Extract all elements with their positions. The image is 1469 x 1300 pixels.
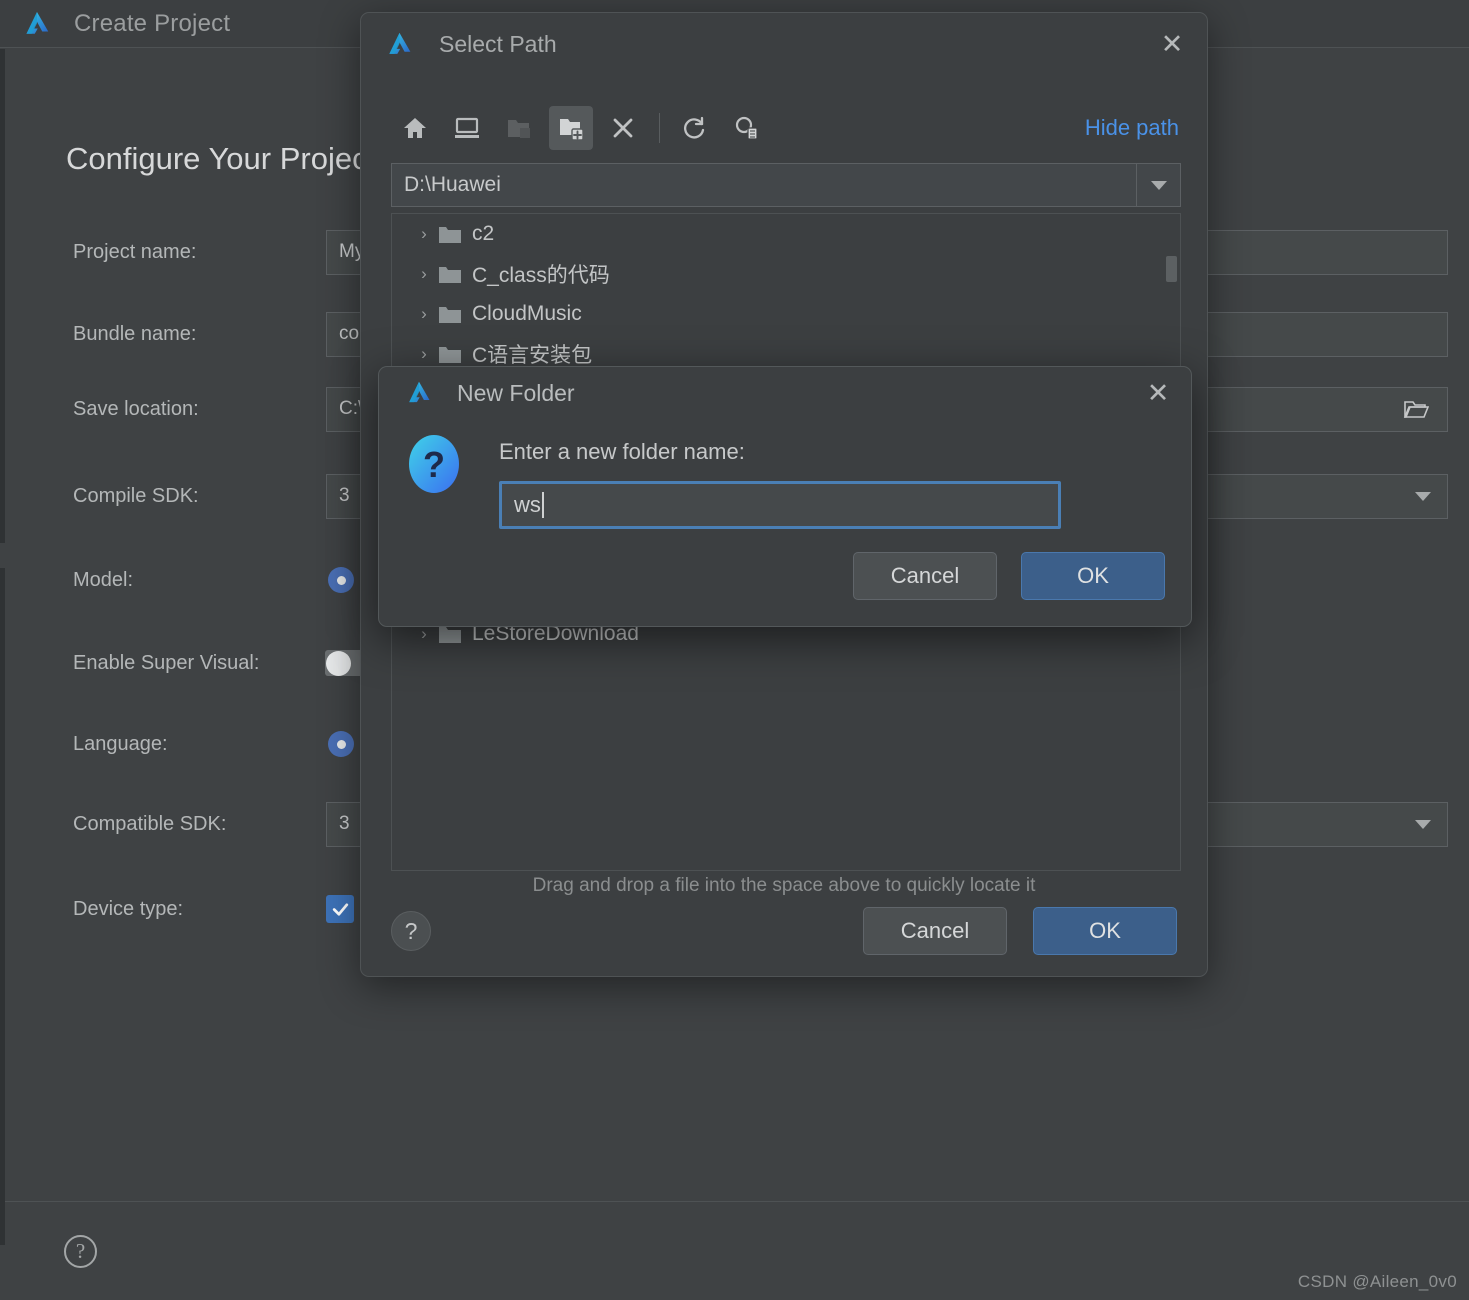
new-folder-dialog: New Folder ✕ ? Enter a new folder name: …	[378, 366, 1192, 627]
refresh-icon[interactable]	[672, 106, 716, 150]
new-folder-prompt: Enter a new folder name:	[499, 439, 745, 465]
folder-icon	[438, 625, 462, 644]
folder-icon	[438, 345, 462, 364]
chevron-right-icon[interactable]: ›	[412, 624, 436, 644]
deveco-studio-logo	[22, 9, 52, 39]
ok-button[interactable]: OK	[1021, 552, 1165, 600]
left-edge-strip-bottom	[0, 568, 5, 1245]
select-path-titlebar: Select Path ✕	[361, 13, 1207, 75]
watermark: CSDN @Aileen_0v0	[1298, 1272, 1457, 1292]
screen-root: Create Project Configure Your Project Pr…	[0, 0, 1469, 1300]
tree-row[interactable]: › C_class的代码	[392, 254, 1180, 294]
help-circle-icon[interactable]: ?	[64, 1235, 97, 1268]
show-hidden-icon[interactable]	[724, 106, 768, 150]
folder-icon	[438, 305, 462, 324]
radio-model[interactable]	[328, 567, 354, 593]
label-compile-sdk: Compile SDK:	[73, 485, 199, 508]
chevron-right-icon[interactable]: ›	[412, 304, 436, 324]
toggle-knob	[326, 651, 351, 676]
folder-icon	[438, 225, 462, 244]
cancel-button[interactable]: Cancel	[853, 552, 997, 600]
folder-up-icon	[497, 106, 541, 150]
question-mark-icon: ?	[407, 433, 461, 495]
chevron-right-icon[interactable]: ›	[412, 344, 436, 364]
chevron-right-icon[interactable]: ›	[412, 224, 436, 244]
label-bundle-name: Bundle name:	[73, 323, 196, 346]
select-path-toolbar: Hide path	[361, 101, 1207, 155]
label-language: Language:	[73, 733, 168, 756]
label-device-type: Device type:	[73, 898, 183, 921]
deveco-studio-logo	[385, 30, 414, 59]
label-model: Model:	[73, 569, 133, 592]
page-title: Configure Your Project	[66, 141, 376, 177]
tree-scrollbar-thumb[interactable]	[1166, 256, 1177, 282]
tree-row[interactable]: › c2	[392, 214, 1180, 254]
folder-open-icon[interactable]	[1403, 398, 1429, 420]
deveco-studio-logo	[405, 379, 433, 407]
create-project-footer: ?	[0, 1201, 1469, 1300]
path-input[interactable]: D:\Huawei	[392, 173, 1136, 197]
svg-text:?: ?	[423, 444, 445, 485]
checkbox-device-type[interactable]	[326, 895, 354, 923]
new-folder-buttons: Cancel OK	[853, 552, 1165, 600]
compatible-sdk-value: 3	[339, 813, 350, 835]
toolbar-separator	[659, 113, 660, 143]
ok-button[interactable]: OK	[1033, 907, 1177, 955]
path-combobox[interactable]: D:\Huawei	[391, 163, 1181, 207]
new-folder-name-input[interactable]: ws	[499, 481, 1061, 529]
text-cursor	[542, 492, 544, 518]
cancel-button[interactable]: Cancel	[863, 907, 1007, 955]
label-enable-super-visual: Enable Super Visual:	[73, 652, 259, 675]
compile-sdk-value: 3	[339, 485, 350, 507]
tree-row-label: C_class的代码	[472, 259, 610, 289]
create-project-title: Create Project	[74, 10, 230, 38]
label-save-location: Save location:	[73, 398, 199, 421]
new-folder-icon[interactable]	[549, 106, 593, 150]
select-path-title: Select Path	[439, 31, 557, 58]
tree-row[interactable]: › CloudMusic	[392, 294, 1180, 334]
chevron-down-icon	[1151, 181, 1167, 190]
hide-path-link[interactable]: Hide path	[1085, 115, 1179, 141]
select-path-footer: ? Cancel OK	[361, 886, 1207, 976]
tree-row-label: C语言安装包	[472, 339, 592, 369]
new-folder-titlebar: New Folder ✕	[379, 367, 1191, 419]
tree-row-label: c2	[472, 222, 494, 246]
new-folder-title: New Folder	[457, 380, 575, 407]
close-icon[interactable]: ✕	[1155, 27, 1189, 61]
desktop-icon[interactable]	[445, 106, 489, 150]
chevron-down-icon	[1415, 492, 1431, 501]
tree-row-label: CloudMusic	[472, 302, 582, 326]
help-circle-icon[interactable]: ?	[391, 911, 431, 951]
delete-icon[interactable]	[601, 106, 645, 150]
chevron-right-icon[interactable]: ›	[412, 264, 436, 284]
radio-language[interactable]	[328, 731, 354, 757]
home-icon[interactable]	[393, 106, 437, 150]
folder-icon	[438, 265, 462, 284]
select-path-buttons: Cancel OK	[863, 907, 1177, 955]
path-dropdown-button[interactable]	[1136, 164, 1180, 206]
new-folder-name-value: ws	[514, 492, 541, 518]
chevron-down-icon	[1415, 820, 1431, 829]
label-compatible-sdk: Compatible SDK:	[73, 813, 226, 836]
close-icon[interactable]: ✕	[1141, 376, 1175, 410]
left-edge-strip-top	[0, 49, 5, 543]
check-icon	[331, 900, 350, 919]
label-project-name: Project name:	[73, 241, 196, 264]
